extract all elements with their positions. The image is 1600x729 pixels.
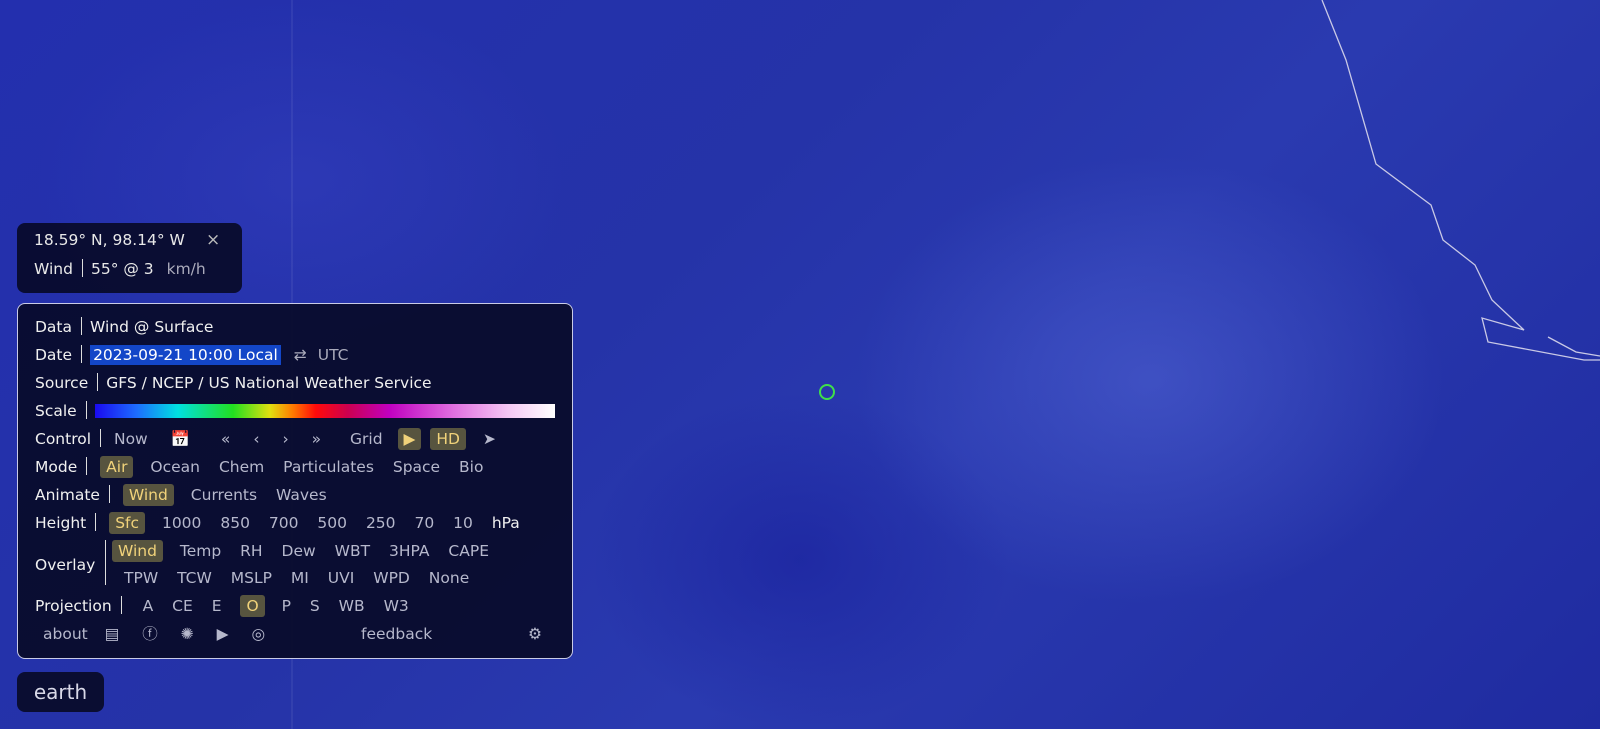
bluesky-icon[interactable]: ✺ [181,625,194,643]
height-70[interactable]: 70 [414,514,434,532]
projection-e[interactable]: E [212,597,222,615]
overlay-temp[interactable]: Temp [180,542,221,560]
overlay-uvi[interactable]: UVI [328,569,355,587]
height-10[interactable]: 10 [453,514,473,532]
forward-fast-icon[interactable]: » [312,430,321,448]
feedback-link[interactable]: feedback [361,622,432,646]
mode-air[interactable]: Air [100,456,134,478]
overlay-mi[interactable]: MI [291,569,309,587]
overlay-tcw[interactable]: TCW [177,569,212,587]
animate-currents[interactable]: Currents [191,486,257,504]
projection-w3[interactable]: W3 [384,597,409,615]
overlay-label-cell: Overlay [35,553,95,577]
facebook-icon[interactable]: ⓕ [142,625,158,643]
location-wind: Wind 55° @ 3 km/h [34,259,206,278]
data-value: Wind @ Surface [90,318,214,336]
height-row: Height Sfc 1000 850 700 500 250 70 10 hP… [35,511,520,535]
projection-wb[interactable]: WB [339,597,365,615]
overlay-divider [105,540,106,585]
projection-label: Projection [35,597,112,615]
data-label: Data [35,318,73,336]
overlay-dew[interactable]: Dew [282,542,316,560]
location-panel: 18.59° N, 98.14° W × Wind 55° @ 3 km/h [17,223,242,293]
height-unit: hPa [491,514,520,532]
youtube-icon[interactable]: ▶ [217,625,229,643]
overlay-none[interactable]: None [429,569,469,587]
projection-p[interactable]: P [282,597,291,615]
wind-label: Wind [34,260,73,278]
animate-waves[interactable]: Waves [276,486,327,504]
news-icon[interactable]: ▤ [105,625,120,643]
projection-ce[interactable]: CE [172,597,193,615]
projection-o[interactable]: O [240,595,265,617]
color-scale-bar[interactable] [94,404,555,418]
height-sfc[interactable]: Sfc [109,512,146,534]
mode-label: Mode [35,458,78,476]
data-row: Data Wind @ Surface [35,315,213,339]
height-1000[interactable]: 1000 [162,514,201,532]
locate-icon[interactable]: ➤ [483,430,496,448]
about-link[interactable]: about [43,625,88,643]
location-marker [819,384,835,400]
overlay-tpw[interactable]: TPW [124,569,158,587]
date-label: Date [35,346,73,364]
overlay-3hpa[interactable]: 3HPA [389,542,429,560]
source-value: GFS / NCEP / US National Weather Service [106,374,432,392]
mode-space[interactable]: Space [393,458,440,476]
control-label: Control [35,430,92,448]
animate-wind[interactable]: Wind [122,484,174,506]
overlay-wbt[interactable]: WBT [335,542,370,560]
close-icon[interactable]: × [206,230,220,250]
source-label: Source [35,374,89,392]
height-850[interactable]: 850 [220,514,250,532]
date-value[interactable]: 2023-09-21 10:00 Local [90,345,281,365]
overlay-label: Overlay [35,556,96,574]
now-button[interactable]: Now [114,430,148,448]
back-fast-icon[interactable]: « [221,430,230,448]
mode-particulates[interactable]: Particulates [283,458,374,476]
forward-icon[interactable]: › [282,430,288,448]
settings-icon[interactable]: ⚙ [528,622,542,646]
animate-label: Animate [35,486,100,504]
hd-button[interactable]: HD [430,428,466,450]
utc-toggle[interactable]: UTC [318,346,349,364]
mode-bio[interactable]: Bio [459,458,483,476]
height-500[interactable]: 500 [317,514,347,532]
height-700[interactable]: 700 [269,514,299,532]
back-icon[interactable]: ‹ [253,430,259,448]
mode-row: Mode Air Ocean Chem Particulates Space B… [35,455,497,479]
projection-s[interactable]: S [310,597,320,615]
play-icon[interactable]: ▶ [397,428,422,450]
instagram-icon[interactable]: ◎ [252,625,266,643]
wind-unit[interactable]: km/h [167,260,206,278]
scale-row: Scale [35,399,555,423]
projection-a[interactable]: A [143,597,154,615]
overlay-cape[interactable]: CAPE [448,542,489,560]
calendar-icon[interactable]: 📅 [171,430,190,448]
height-250[interactable]: 250 [366,514,396,532]
height-label: Height [35,514,87,532]
menu-panel: Data Wind @ Surface Date 2023-09-21 10:00 … [17,303,573,659]
overlay-mslp[interactable]: MSLP [231,569,272,587]
date-row: Date 2023-09-21 10:00 Local ⇄ UTC [35,343,348,367]
grid-button[interactable]: Grid [350,430,383,448]
animate-row: Animate Wind Currents Waves [35,483,341,507]
swap-icon[interactable]: ⇄ [294,346,307,364]
overlay-wind[interactable]: Wind [112,540,163,562]
wind-value: 55° @ 3 [90,260,154,278]
overlay-row-1: Wind Temp RH Dew WBT 3HPA CAPE [112,539,503,563]
control-row: Control Now 📅 « ‹ › » Grid ▶ HD ➤ [35,427,514,451]
overlay-rh[interactable]: RH [240,542,262,560]
mode-chem[interactable]: Chem [219,458,264,476]
projection-row: Projection A CE E O P S WB W3 [35,594,423,618]
overlay-row-2: TPW TCW MSLP MI UVI WPD None [124,566,483,590]
location-coords: 18.59° N, 98.14° W [34,231,185,249]
earth-menu-button[interactable]: earth [17,672,104,712]
overlay-wpd[interactable]: WPD [373,569,410,587]
footer-row: about ▤ ⓕ ✺ ▶ ◎ feedback ⚙ [43,622,553,646]
mode-ocean[interactable]: Ocean [150,458,200,476]
scale-label: Scale [35,402,77,420]
source-row: Source GFS / NCEP / US National Weather S… [35,371,432,395]
